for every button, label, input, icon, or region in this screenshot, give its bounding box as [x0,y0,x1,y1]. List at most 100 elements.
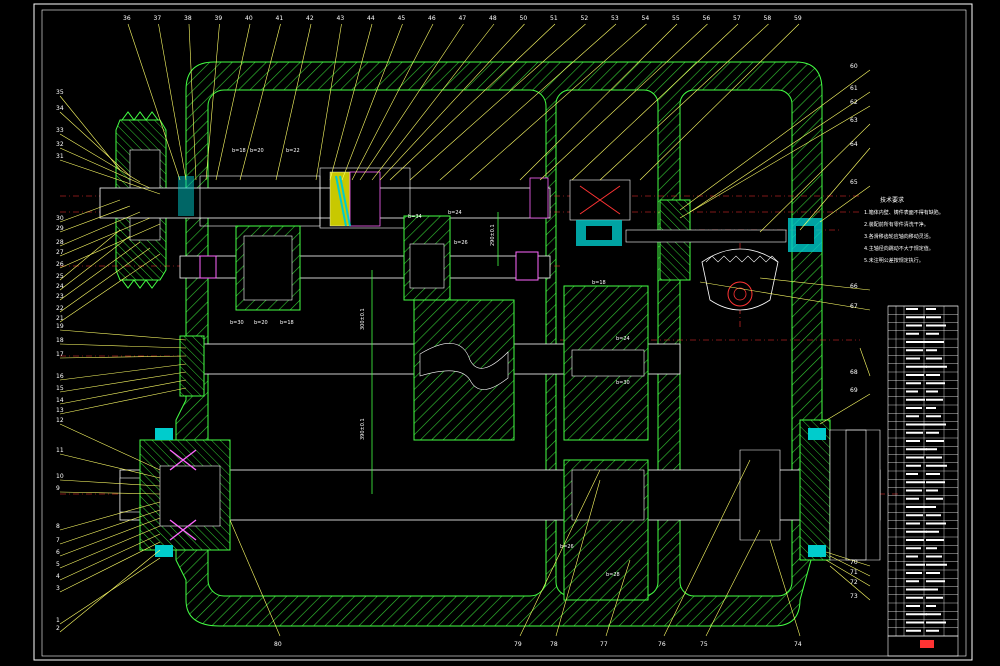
callout-leader [819,185,871,223]
table-cell-text [906,588,926,591]
gear-tag: b=18 [232,148,246,154]
table-cell-text [906,605,920,607]
part-number-left: 22 [56,305,64,312]
table-cell-text [906,506,926,508]
table-cell-text [906,596,923,599]
part-number-bottom: 75 [700,641,708,648]
gear-tag: b=26 [454,240,468,246]
parts-list-table [887,305,959,657]
table-cell-text [906,431,923,434]
gear-tag: b=22 [286,148,300,154]
table-cell-text [926,497,943,500]
part-number-left: 11 [56,447,64,454]
table-cell-text [906,390,918,393]
gear-tag: b=24 [448,210,462,216]
table-cell-text [906,497,919,500]
part-number-bottom: 80 [274,641,282,648]
callout-leader [859,347,871,377]
part-number-bottom: 74 [794,641,802,648]
gear-tag: b=34 [408,214,422,220]
callout-leader [59,363,187,381]
table-cell-text [906,448,927,451]
table-cell-text [926,431,939,434]
part-number-bottom: 79 [514,641,522,648]
callout-leader [59,557,161,625]
table-cell-text [926,374,940,376]
part-number-right: 72 [850,579,858,586]
part-number-top: 57 [733,15,741,22]
table-cell-text [906,382,921,385]
dimension-label: 390±0.1 [360,418,366,440]
part-number-bottom: 78 [550,641,558,648]
table-cell-text [906,308,918,310]
table-cell-text [926,563,947,566]
part-number-top: 51 [550,15,558,22]
table-cell-text [906,547,921,550]
part-number-right: 65 [850,179,858,186]
note-line: 4.主轴径向跳动不大于规定值。 [864,245,934,252]
gear-tag: b=20 [254,320,268,326]
callout-leader [59,329,187,341]
table-cell-text [926,448,937,451]
table-cell-text [906,629,921,632]
part-number-left: 34 [56,105,64,112]
part-number-top: 48 [489,15,497,22]
table-cell-text [906,365,927,368]
part-number-top: 52 [581,15,589,22]
table-cell-text [926,440,944,442]
part-number-right: 66 [850,283,858,290]
table-cell-text [926,588,938,591]
part-number-top: 43 [337,15,345,22]
table-cell-text [906,539,924,541]
table-cell-text [906,456,924,459]
gear-tag: b=20 [250,148,264,154]
part-number-top: 40 [245,15,253,22]
table-cell-text [926,555,942,558]
table-cell-text [906,415,919,418]
table-cell-text [926,522,946,525]
part-number-left: 3 [56,585,60,592]
table-cell-text [926,539,944,541]
part-number-left: 27 [56,249,64,256]
part-number-left: 5 [56,561,60,568]
part-number-top: 53 [611,15,619,22]
table-cell-text [906,332,919,335]
table-cell-text [906,572,922,574]
part-number-right: 69 [850,387,858,394]
table-cell-text [926,605,936,607]
part-number-left: 8 [56,523,60,530]
part-number-left: 19 [56,323,64,330]
table-cell-text [926,481,945,484]
part-number-left: 23 [56,293,64,300]
table-cell-text [926,357,942,360]
part-number-right: 68 [850,369,858,376]
table-cell-text [926,596,943,599]
table-cell-text [906,580,919,583]
table-cell-text [906,398,925,401]
table-cell-text [926,382,945,385]
table-cell-text [926,332,939,335]
part-number-left: 12 [56,417,64,424]
table-cell-text [926,423,946,426]
part-number-top: 59 [794,15,802,22]
part-number-right: 61 [850,85,858,92]
table-cell-text [926,580,945,583]
part-number-left: 26 [56,261,64,268]
part-number-left: 15 [56,385,64,392]
gear-tag: b=18 [280,320,294,326]
part-number-top: 38 [184,15,192,22]
table-cell-text [926,407,936,409]
part-number-left: 2 [56,625,60,632]
table-cell-text [926,464,947,467]
note-line: 1.箱体内壁、铸件表面不得有缺陷。 [864,209,944,216]
table-cell-text [906,514,923,517]
table-cell-text [906,407,922,409]
table-cell-text [906,374,924,376]
table-cell-text [906,473,918,475]
gear-tag: b=18 [592,280,606,286]
callout-leader [59,541,161,593]
part-number-left: 35 [56,89,64,96]
part-number-right: 62 [850,99,858,106]
gear-tag: b=30 [230,320,244,326]
part-number-top: 54 [642,15,650,22]
